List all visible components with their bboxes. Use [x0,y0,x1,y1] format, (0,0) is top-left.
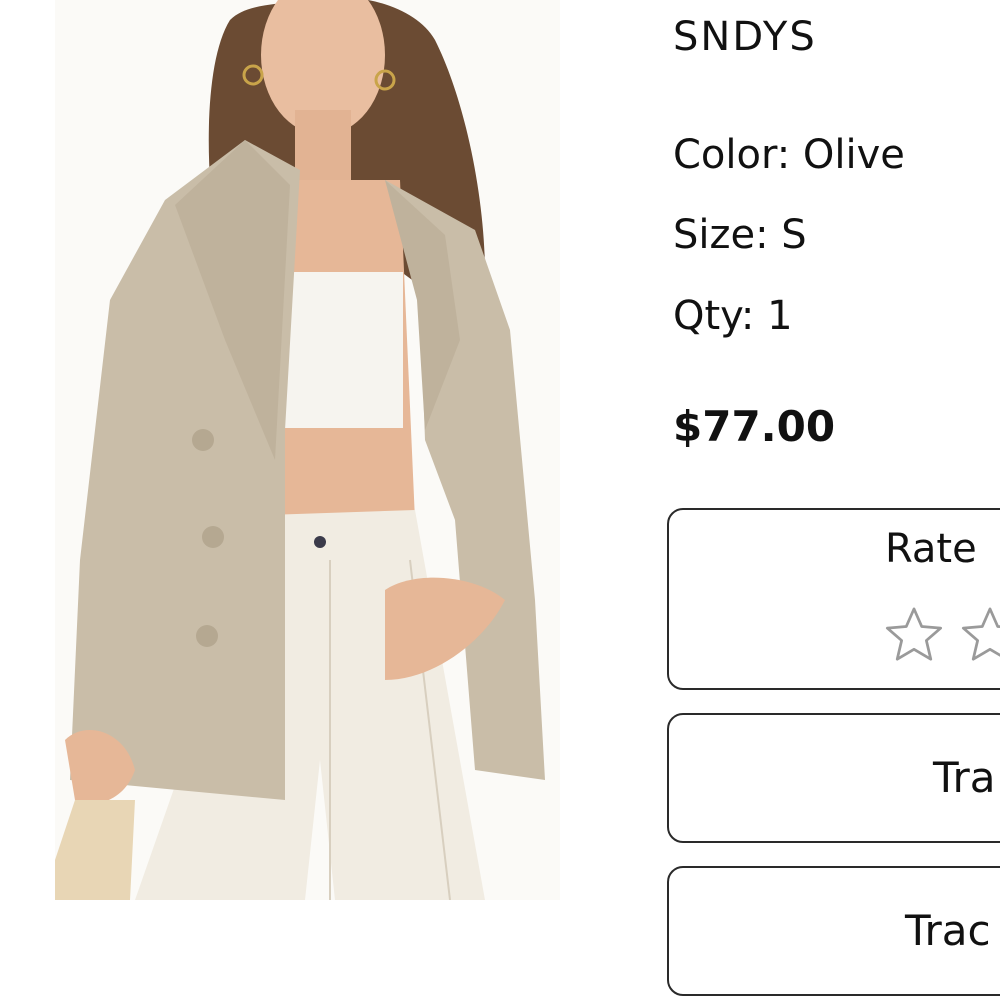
color-attribute: Color: Olive [673,132,905,178]
track-button-primary-label: Tra [933,753,996,802]
product-image [55,0,560,900]
quantity-attribute: Qty: 1 [673,293,793,339]
order-item-page: SNDYS Color: Olive Size: S Qty: 1 $77.00… [0,0,1000,1000]
brand-name: SNDYS [673,14,817,60]
rate-product-card: Rate [667,508,1000,690]
star-icon[interactable] [881,602,947,668]
star-rating [881,602,1000,668]
track-button-primary[interactable]: Tra [667,713,1000,843]
track-button-secondary[interactable]: Trac [667,866,1000,996]
size-attribute: Size: S [673,212,807,258]
rate-title: Rate [885,526,977,572]
price: $77.00 [673,402,836,451]
star-icon[interactable] [957,602,1000,668]
model-photo-illustration [55,0,560,900]
track-button-secondary-label: Trac [905,906,991,955]
